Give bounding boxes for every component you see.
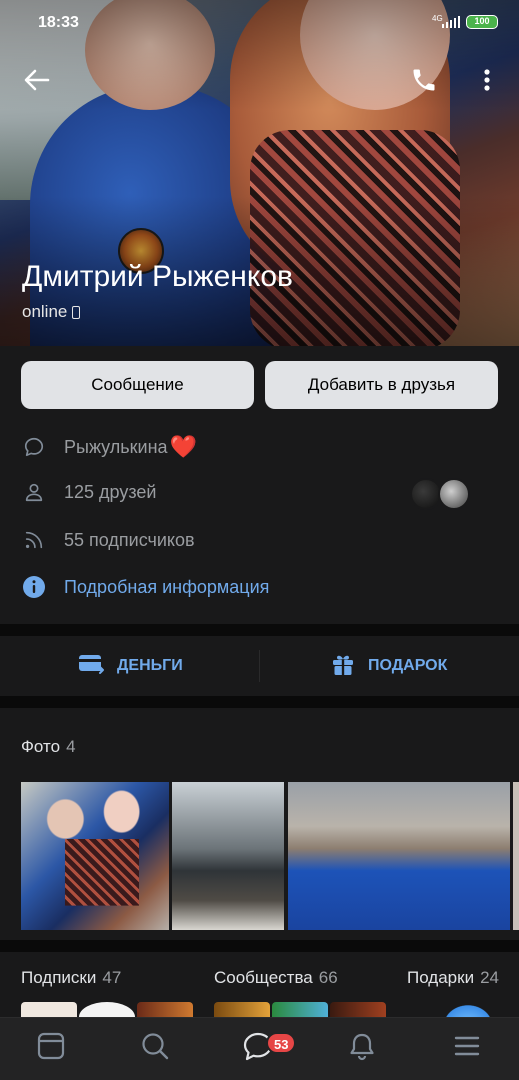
photo-thumbnail[interactable] [172, 782, 284, 930]
tab-notifications[interactable] [346, 1032, 378, 1064]
divider [259, 650, 260, 682]
status-bar: 18:33 4G 100 [0, 0, 519, 44]
photos-header[interactable]: Фото 4 [21, 737, 76, 757]
phone-call-icon[interactable] [410, 66, 438, 94]
communities-title: Сообщества [214, 968, 313, 987]
online-label: online [22, 302, 68, 321]
subscriptions-count: 47 [102, 968, 122, 987]
heart-emoji: ❤️ [169, 434, 197, 459]
status-time: 18:33 [38, 14, 79, 31]
gifts-count: 24 [480, 968, 499, 987]
actions-bar: ДЕНЬГИ ПОДАРОК [0, 636, 519, 696]
profile-info-card: Сообщение Добавить в друзья Рыжулькина ❤… [0, 346, 519, 624]
battery-icon: 100 [466, 15, 498, 29]
gift-button[interactable]: ПОДАРОК [330, 636, 447, 696]
search-icon [140, 1031, 170, 1066]
communities-header[interactable]: Сообщества 66 [214, 968, 338, 988]
avatar [438, 478, 470, 510]
back-arrow-icon[interactable] [22, 65, 52, 95]
details-link[interactable]: Подробная информация [64, 577, 269, 598]
followers-row[interactable]: 55 подписчиков [22, 526, 195, 554]
rss-icon [22, 528, 46, 552]
tab-menu[interactable] [451, 1032, 483, 1064]
newsfeed-icon [36, 1031, 66, 1066]
photos-count: 4 [66, 737, 76, 756]
photo-thumbnail[interactable] [21, 782, 169, 930]
more-options-icon[interactable] [476, 66, 498, 94]
details-row[interactable]: Подробная информация [22, 573, 269, 601]
profile-name: Дмитрий Рыженков [22, 260, 293, 293]
money-button[interactable]: ДЕНЬГИ [77, 636, 183, 696]
followers-count: 55 подписчиков [64, 529, 195, 550]
bottom-tab-bar: 53 [0, 1017, 519, 1080]
communities-count: 66 [318, 968, 338, 987]
status-row: Рыжулькина ❤️ [22, 433, 197, 461]
photo-thumbnail[interactable] [513, 782, 519, 930]
info-icon [22, 575, 46, 599]
signal-icon [442, 16, 460, 28]
hamburger-menu-icon [452, 1031, 482, 1066]
money-label: ДЕНЬГИ [117, 657, 183, 674]
tab-news[interactable] [35, 1032, 67, 1064]
messages-badge: 53 [266, 1032, 297, 1054]
gifts-header[interactable]: Подарки 24 [407, 968, 499, 988]
speech-bubble-icon [22, 435, 46, 459]
gift-icon [330, 651, 356, 682]
online-status: online [22, 302, 81, 322]
subscriptions-title: Подписки [21, 968, 97, 987]
friends-row[interactable]: 125 друзей [22, 478, 156, 506]
user-icon [22, 480, 46, 504]
profile-cover[interactable]: 18:33 4G 100 Дмитрий Рыженков online [0, 0, 519, 346]
status-text: Рыжулькина [64, 436, 168, 457]
tab-search[interactable] [139, 1032, 171, 1064]
mutual-friends-avatars[interactable] [410, 478, 470, 510]
extra-sections: Подписки 47 Сообщества 66 Подарки 24 [0, 952, 519, 1032]
photos-title: Фото [21, 737, 61, 756]
money-transfer-icon [77, 652, 105, 681]
add-friend-button[interactable]: Добавить в друзья [265, 361, 498, 409]
mobile-icon [72, 305, 81, 319]
bell-icon [347, 1031, 377, 1066]
subscriptions-header[interactable]: Подписки 47 [21, 968, 121, 988]
photo-thumbnail[interactable] [288, 782, 510, 930]
friends-count: 125 друзей [64, 481, 157, 502]
photos-section: Фото 4 [0, 708, 519, 940]
gifts-title: Подарки [407, 968, 475, 987]
message-button[interactable]: Сообщение [21, 361, 254, 409]
gift-label: ПОДАРОК [368, 657, 448, 674]
